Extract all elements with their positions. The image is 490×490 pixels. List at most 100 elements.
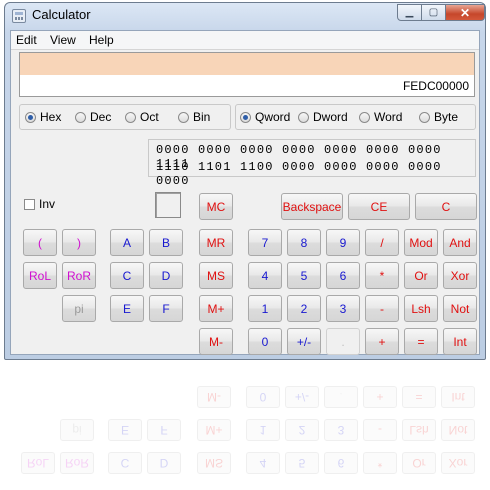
digit-3-button[interactable]: 3 bbox=[326, 295, 360, 322]
word-size-group: Qword Dword Word Byte bbox=[235, 104, 476, 130]
ror-button[interactable]: RoR bbox=[62, 262, 96, 289]
mod-button[interactable]: Mod bbox=[404, 229, 438, 256]
hex-f-button[interactable]: F bbox=[149, 295, 183, 322]
hex-b-button[interactable]: B bbox=[149, 229, 183, 256]
digit-7-button[interactable]: 7 bbox=[248, 229, 282, 256]
reflection-m-plus: M+ bbox=[197, 419, 231, 441]
digit-6-button[interactable]: 6 bbox=[326, 262, 360, 289]
mr-button[interactable]: MR bbox=[199, 229, 233, 256]
not-button[interactable]: Not bbox=[443, 295, 477, 322]
clear-entry-button[interactable]: CE bbox=[348, 193, 410, 220]
window-title: Calculator bbox=[32, 7, 91, 22]
hex-c-button[interactable]: C bbox=[110, 262, 144, 289]
display-highlight-band bbox=[20, 53, 474, 75]
radio-bin[interactable]: Bin bbox=[178, 110, 210, 124]
radio-dword[interactable]: Dword bbox=[298, 110, 348, 124]
right-paren-button[interactable]: ) bbox=[62, 229, 96, 256]
hex-e-button[interactable]: E bbox=[110, 295, 144, 322]
mc-button[interactable]: MC bbox=[199, 193, 233, 220]
reflection-add: + bbox=[363, 386, 397, 408]
maximize-button[interactable]: ▢ bbox=[421, 4, 446, 21]
radio-oct[interactable]: Oct bbox=[125, 110, 159, 124]
reflection-digit-5: 5 bbox=[285, 452, 319, 474]
reflection-m-minus: M- bbox=[197, 386, 231, 408]
reflection-digit-6: 6 bbox=[324, 452, 358, 474]
reflection-lsh: Lsh bbox=[402, 419, 436, 441]
equals-button[interactable]: = bbox=[404, 328, 438, 355]
minimize-button[interactable]: ▁ bbox=[397, 4, 422, 21]
radio-dot bbox=[75, 111, 86, 123]
reflection-hex-c: C bbox=[108, 452, 142, 474]
pi-button[interactable]: pi bbox=[62, 295, 96, 322]
digit-9-button[interactable]: 9 bbox=[326, 229, 360, 256]
m-minus-button[interactable]: M- bbox=[199, 328, 233, 355]
hex-d-button[interactable]: D bbox=[149, 262, 183, 289]
close-button[interactable]: ✕ bbox=[445, 4, 485, 21]
rol-button[interactable]: RoL bbox=[23, 262, 57, 289]
radio-dot bbox=[298, 111, 309, 123]
maximize-icon: ▢ bbox=[428, 7, 439, 18]
radio-dec[interactable]: Dec bbox=[75, 110, 111, 124]
sign-button[interactable]: +/- bbox=[287, 328, 321, 355]
memory-indicator bbox=[155, 192, 181, 218]
or-button[interactable]: Or bbox=[404, 262, 438, 289]
menu-help[interactable]: Help bbox=[89, 33, 114, 47]
menu-bar: Edit View Help bbox=[11, 31, 479, 50]
bit-row-2: 1110 1101 1100 0000 0000 0000 0000 0000 bbox=[156, 160, 442, 188]
checkbox-box bbox=[24, 198, 35, 210]
reflection-digit-1: 1 bbox=[246, 419, 280, 441]
m-plus-button[interactable]: M+ bbox=[199, 295, 233, 322]
hex-a-button[interactable]: A bbox=[110, 229, 144, 256]
calculator-window: Calculator ▁ ▢ ✕ Edit View Help FEDC0000… bbox=[4, 2, 486, 360]
radio-dot bbox=[419, 111, 430, 123]
decimal-button[interactable]: . bbox=[326, 328, 360, 355]
radio-byte[interactable]: Byte bbox=[419, 110, 458, 124]
window-reflection: M- 0 +/- . + = Int pi E F M+ 1 2 3 - Lsh… bbox=[4, 362, 486, 490]
reflection-hex-f: F bbox=[147, 419, 181, 441]
ms-button[interactable]: MS bbox=[199, 262, 233, 289]
bit-display: 0000 0000 0000 0000 0000 0000 0000 1111 … bbox=[148, 139, 476, 188]
reflection-or: Or bbox=[402, 452, 436, 474]
left-paren-button[interactable]: ( bbox=[23, 229, 57, 256]
radio-hex[interactable]: Hex bbox=[25, 110, 61, 124]
reflection-digit-3: 3 bbox=[324, 419, 358, 441]
digit-4-button[interactable]: 4 bbox=[248, 262, 282, 289]
digit-0-button[interactable]: 0 bbox=[248, 328, 282, 355]
calculator-icon bbox=[12, 9, 26, 23]
divide-button[interactable]: / bbox=[365, 229, 399, 256]
display-value: FEDC00000 bbox=[402, 79, 469, 93]
client-area: Edit View Help FEDC00000 Hex Dec Oct Bin… bbox=[10, 30, 480, 355]
minimize-icon: ▁ bbox=[405, 7, 414, 18]
radio-dot bbox=[240, 111, 251, 123]
reflection-multiply: * bbox=[363, 452, 397, 474]
radix-group: Hex Dec Oct Bin bbox=[19, 104, 231, 130]
radio-qword[interactable]: Qword bbox=[240, 110, 290, 124]
radio-dot bbox=[25, 111, 36, 123]
radio-word[interactable]: Word bbox=[359, 110, 402, 124]
menu-edit[interactable]: Edit bbox=[16, 33, 37, 47]
lsh-button[interactable]: Lsh bbox=[404, 295, 438, 322]
close-icon: ✕ bbox=[459, 5, 471, 20]
reflection-pi: pi bbox=[60, 419, 94, 441]
reflection-ms: MS bbox=[197, 452, 231, 474]
digit-2-button[interactable]: 2 bbox=[287, 295, 321, 322]
clear-button[interactable]: C bbox=[415, 193, 477, 220]
add-button[interactable]: + bbox=[365, 328, 399, 355]
reflection-digit-2: 2 bbox=[285, 419, 319, 441]
backspace-button[interactable]: Backspace bbox=[281, 193, 343, 220]
reflection-equals: = bbox=[402, 386, 436, 408]
radio-dot bbox=[359, 111, 370, 123]
digit-5-button[interactable]: 5 bbox=[287, 262, 321, 289]
digit-8-button[interactable]: 8 bbox=[287, 229, 321, 256]
digit-1-button[interactable]: 1 bbox=[248, 295, 282, 322]
subtract-button[interactable]: - bbox=[365, 295, 399, 322]
inv-checkbox[interactable]: Inv bbox=[24, 197, 55, 211]
and-button[interactable]: And bbox=[443, 229, 477, 256]
title-bar[interactable]: Calculator ▁ ▢ ✕ bbox=[5, 3, 485, 29]
menu-view[interactable]: View bbox=[50, 33, 76, 47]
xor-button[interactable]: Xor bbox=[443, 262, 477, 289]
reflection-digit-4: 4 bbox=[246, 452, 280, 474]
multiply-button[interactable]: * bbox=[365, 262, 399, 289]
reflection-xor: Xor bbox=[441, 452, 475, 474]
int-button[interactable]: Int bbox=[443, 328, 477, 355]
